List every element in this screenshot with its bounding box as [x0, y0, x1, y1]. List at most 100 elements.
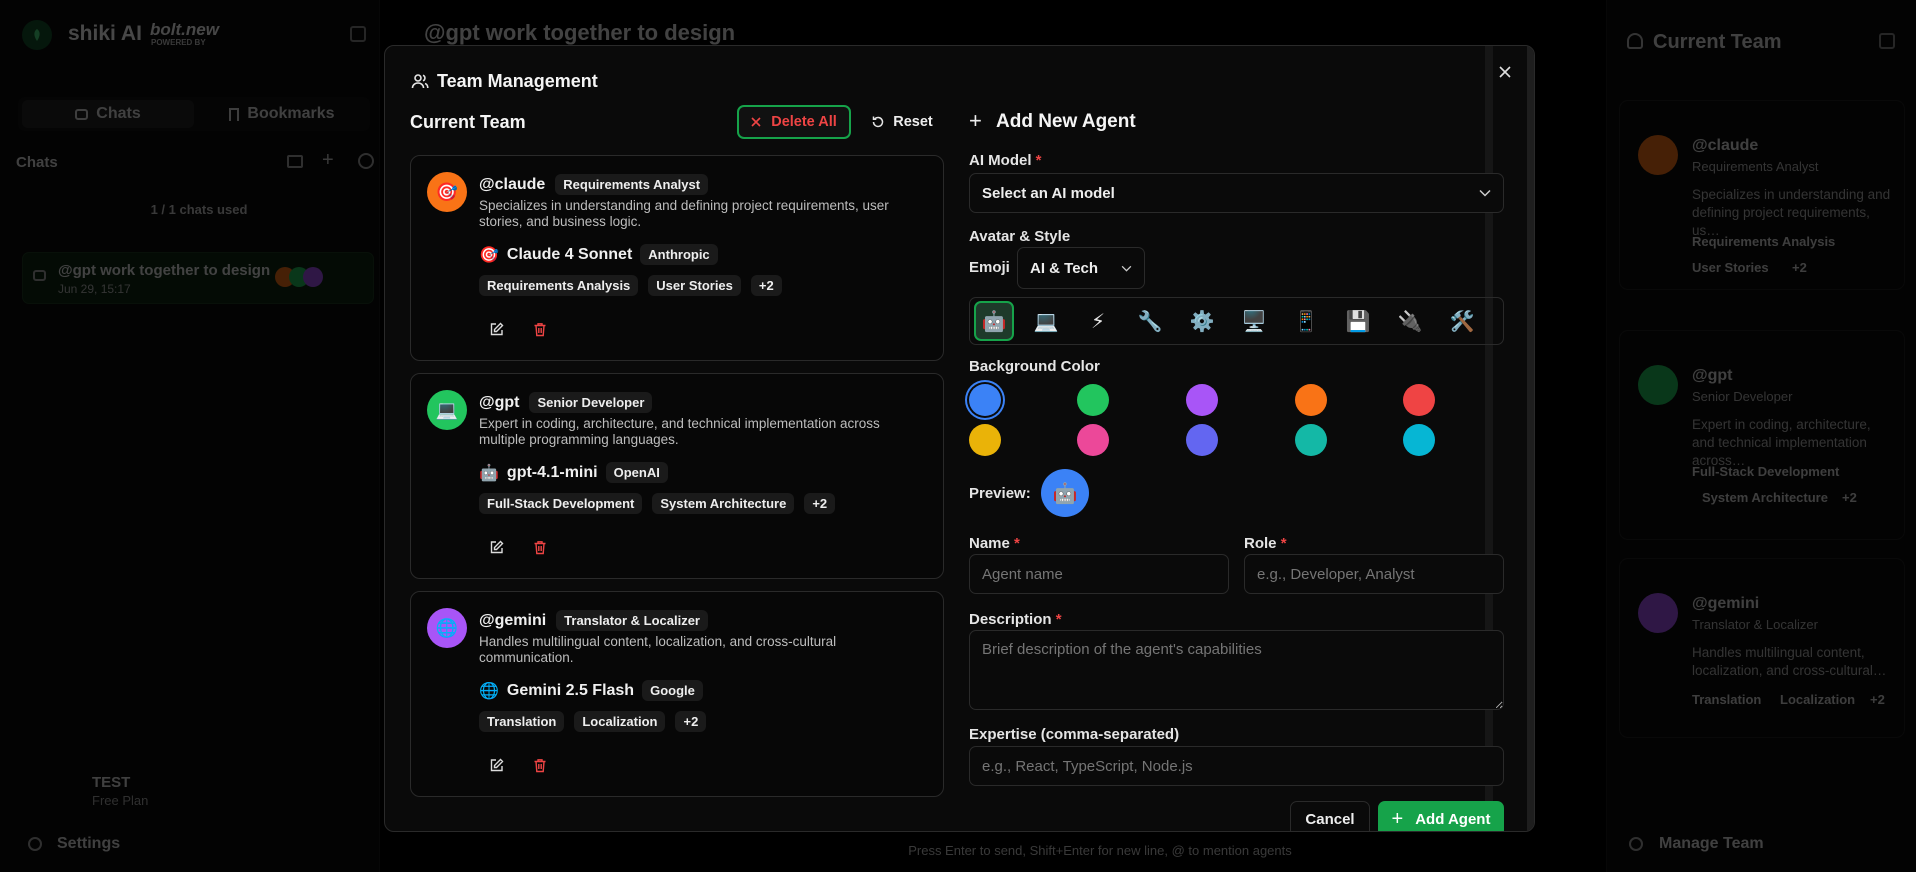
- collapse-panel-icon[interactable]: [1879, 33, 1895, 49]
- manage-team-button[interactable]: Manage Team: [1659, 835, 1764, 853]
- agent-handle: @gemini: [1692, 595, 1760, 612]
- delete-all-button[interactable]: Delete All: [737, 105, 851, 139]
- model-emoji: 🎯: [479, 246, 499, 264]
- refresh-icon[interactable]: [358, 153, 374, 169]
- description-textarea[interactable]: [969, 630, 1504, 710]
- model-emoji: 🌐: [479, 682, 499, 700]
- color-swatch-red[interactable]: [1403, 384, 1435, 416]
- avatar: [303, 267, 323, 287]
- name-input[interactable]: [969, 554, 1229, 594]
- emoji-category-select[interactable]: AI & Tech: [1017, 247, 1145, 289]
- emoji-option-tools[interactable]: 🛠️: [1442, 301, 1482, 341]
- agent-card: 💻 @gpt Senior Developer Expert in coding,…: [410, 373, 944, 579]
- plus-icon: +: [1391, 808, 1404, 830]
- brand-name: shiki AI: [68, 22, 142, 45]
- chevron-down-icon: [1479, 189, 1491, 197]
- name-label: Name *: [969, 535, 1020, 552]
- emoji-option-desktop[interactable]: 🖥️: [1234, 301, 1274, 341]
- emoji-option-gear[interactable]: ⚙️: [1182, 301, 1222, 341]
- expertise-label: Expertise (comma-separated): [969, 726, 1180, 743]
- agent-tag: Requirements Analysis: [1692, 234, 1836, 249]
- emoji-option-phone[interactable]: 📱: [1286, 301, 1326, 341]
- reset-icon: [873, 116, 884, 128]
- reset-button[interactable]: Reset: [859, 105, 945, 139]
- color-swatch-blue[interactable]: [969, 384, 1001, 416]
- chats-heading: Chats: [16, 154, 58, 171]
- chat-list-item[interactable]: @gpt work together to design Jun 29, 15:…: [22, 252, 374, 304]
- color-swatch-purple[interactable]: [1186, 384, 1218, 416]
- agent-handle: @claude: [1692, 137, 1759, 154]
- emoji-option-lightning[interactable]: ⚡: [1078, 301, 1118, 341]
- chat-title: @gpt work together to design: [58, 262, 271, 279]
- add-agent-label: Add Agent: [1415, 810, 1491, 828]
- agent-role: Translator & Localizer: [1692, 617, 1818, 632]
- preview-label: Preview:: [969, 485, 1031, 502]
- new-chat-icon[interactable]: +: [322, 149, 334, 172]
- agent-role-badge: Translator & Localizer: [556, 610, 708, 631]
- cancel-button[interactable]: Cancel: [1290, 801, 1370, 831]
- users-icon: [411, 72, 429, 90]
- folder-icon[interactable]: [287, 155, 303, 168]
- description-label: Description *: [969, 611, 1062, 628]
- color-swatch-cyan[interactable]: [1403, 424, 1435, 456]
- expertise-more-tag: +2: [804, 493, 836, 514]
- expertise-tag: Requirements Analysis: [479, 275, 639, 296]
- plus-icon: +: [969, 108, 982, 133]
- bolt-logo: bolt.new: [150, 20, 219, 39]
- agent-desc: Expert in coding, architecture, and tech…: [1692, 417, 1871, 468]
- delete-agent-button[interactable]: [527, 316, 553, 342]
- chat-icon: [33, 270, 46, 281]
- role-input[interactable]: [1244, 554, 1504, 594]
- delete-agent-button[interactable]: [527, 534, 553, 560]
- expertise-tag: Full-Stack Development: [479, 493, 643, 514]
- tab-chats[interactable]: Chats: [22, 100, 194, 128]
- edit-agent-button[interactable]: [483, 534, 509, 560]
- color-swatch-orange[interactable]: [1295, 384, 1327, 416]
- preview-avatar: 🤖: [1041, 469, 1089, 517]
- close-icon: [1499, 66, 1511, 78]
- avatar: 💻: [427, 390, 467, 430]
- background-color-label: Background Color: [969, 358, 1100, 375]
- avatar-style-label: Avatar & Style: [969, 228, 1071, 245]
- team-agent-card: @gpt Senior Developer Expert in coding, …: [1619, 330, 1905, 540]
- team-agent-card: @claude Requirements Analyst Specializes…: [1619, 100, 1905, 290]
- delete-agent-button[interactable]: [527, 752, 553, 778]
- agent-description: Expert in coding, architecture, and tech…: [479, 416, 880, 447]
- emoji-option-floppy[interactable]: 💾: [1338, 301, 1378, 341]
- tab-bookmarks-label: Bookmarks: [247, 105, 335, 122]
- settings-link[interactable]: Settings: [57, 835, 120, 853]
- color-swatch-pink[interactable]: [1077, 424, 1109, 456]
- collapse-sidebar-icon[interactable]: [350, 26, 366, 42]
- powered-by-label: POWERED BY: [151, 38, 206, 47]
- add-agent-button[interactable]: + Add Agent: [1378, 801, 1504, 831]
- modal-scrollbar[interactable]: [1527, 46, 1534, 831]
- avatar: [1638, 593, 1678, 633]
- expertise-input[interactable]: [969, 746, 1504, 786]
- user-name: TEST: [92, 774, 131, 791]
- agent-model: Gemini 2.5 Flash: [506, 681, 635, 699]
- emoji-option-robot[interactable]: 🤖: [974, 301, 1014, 341]
- edit-agent-button[interactable]: [483, 316, 509, 342]
- emoji-option-plug[interactable]: 🔌: [1390, 301, 1430, 341]
- edit-agent-button[interactable]: [483, 752, 509, 778]
- color-swatch-green[interactable]: [1077, 384, 1109, 416]
- ai-model-select[interactable]: Select an AI model: [969, 173, 1504, 213]
- user-plan: Free Plan: [92, 793, 149, 808]
- current-team-title: Current Team: [410, 112, 526, 132]
- emoji-option-laptop[interactable]: 💻: [1026, 301, 1066, 341]
- agent-tag: Translation: [1692, 692, 1762, 707]
- agent-handle: @claude: [479, 175, 546, 193]
- agent-card: 🌐 @gemini Translator & Localizer Handles …: [410, 591, 944, 797]
- emoji-picker: 🤖 💻 ⚡ 🔧 ⚙️ 🖥️ 📱 💾 🔌 🛠️: [969, 297, 1504, 345]
- color-swatch-teal[interactable]: [1295, 424, 1327, 456]
- agent-desc: Specializes in understanding and definin…: [1692, 187, 1891, 238]
- color-swatch-indigo[interactable]: [1186, 424, 1218, 456]
- provider-badge: Google: [642, 680, 703, 701]
- color-swatch-yellow[interactable]: [969, 424, 1001, 456]
- agent-tag-more: +2: [1842, 490, 1857, 505]
- emoji-option-wrench[interactable]: 🔧: [1130, 301, 1170, 341]
- close-button[interactable]: [1495, 62, 1515, 82]
- agent-role: Requirements Analyst: [1692, 159, 1819, 174]
- edit-icon: [490, 322, 503, 335]
- tab-bookmarks[interactable]: Bookmarks: [196, 100, 368, 128]
